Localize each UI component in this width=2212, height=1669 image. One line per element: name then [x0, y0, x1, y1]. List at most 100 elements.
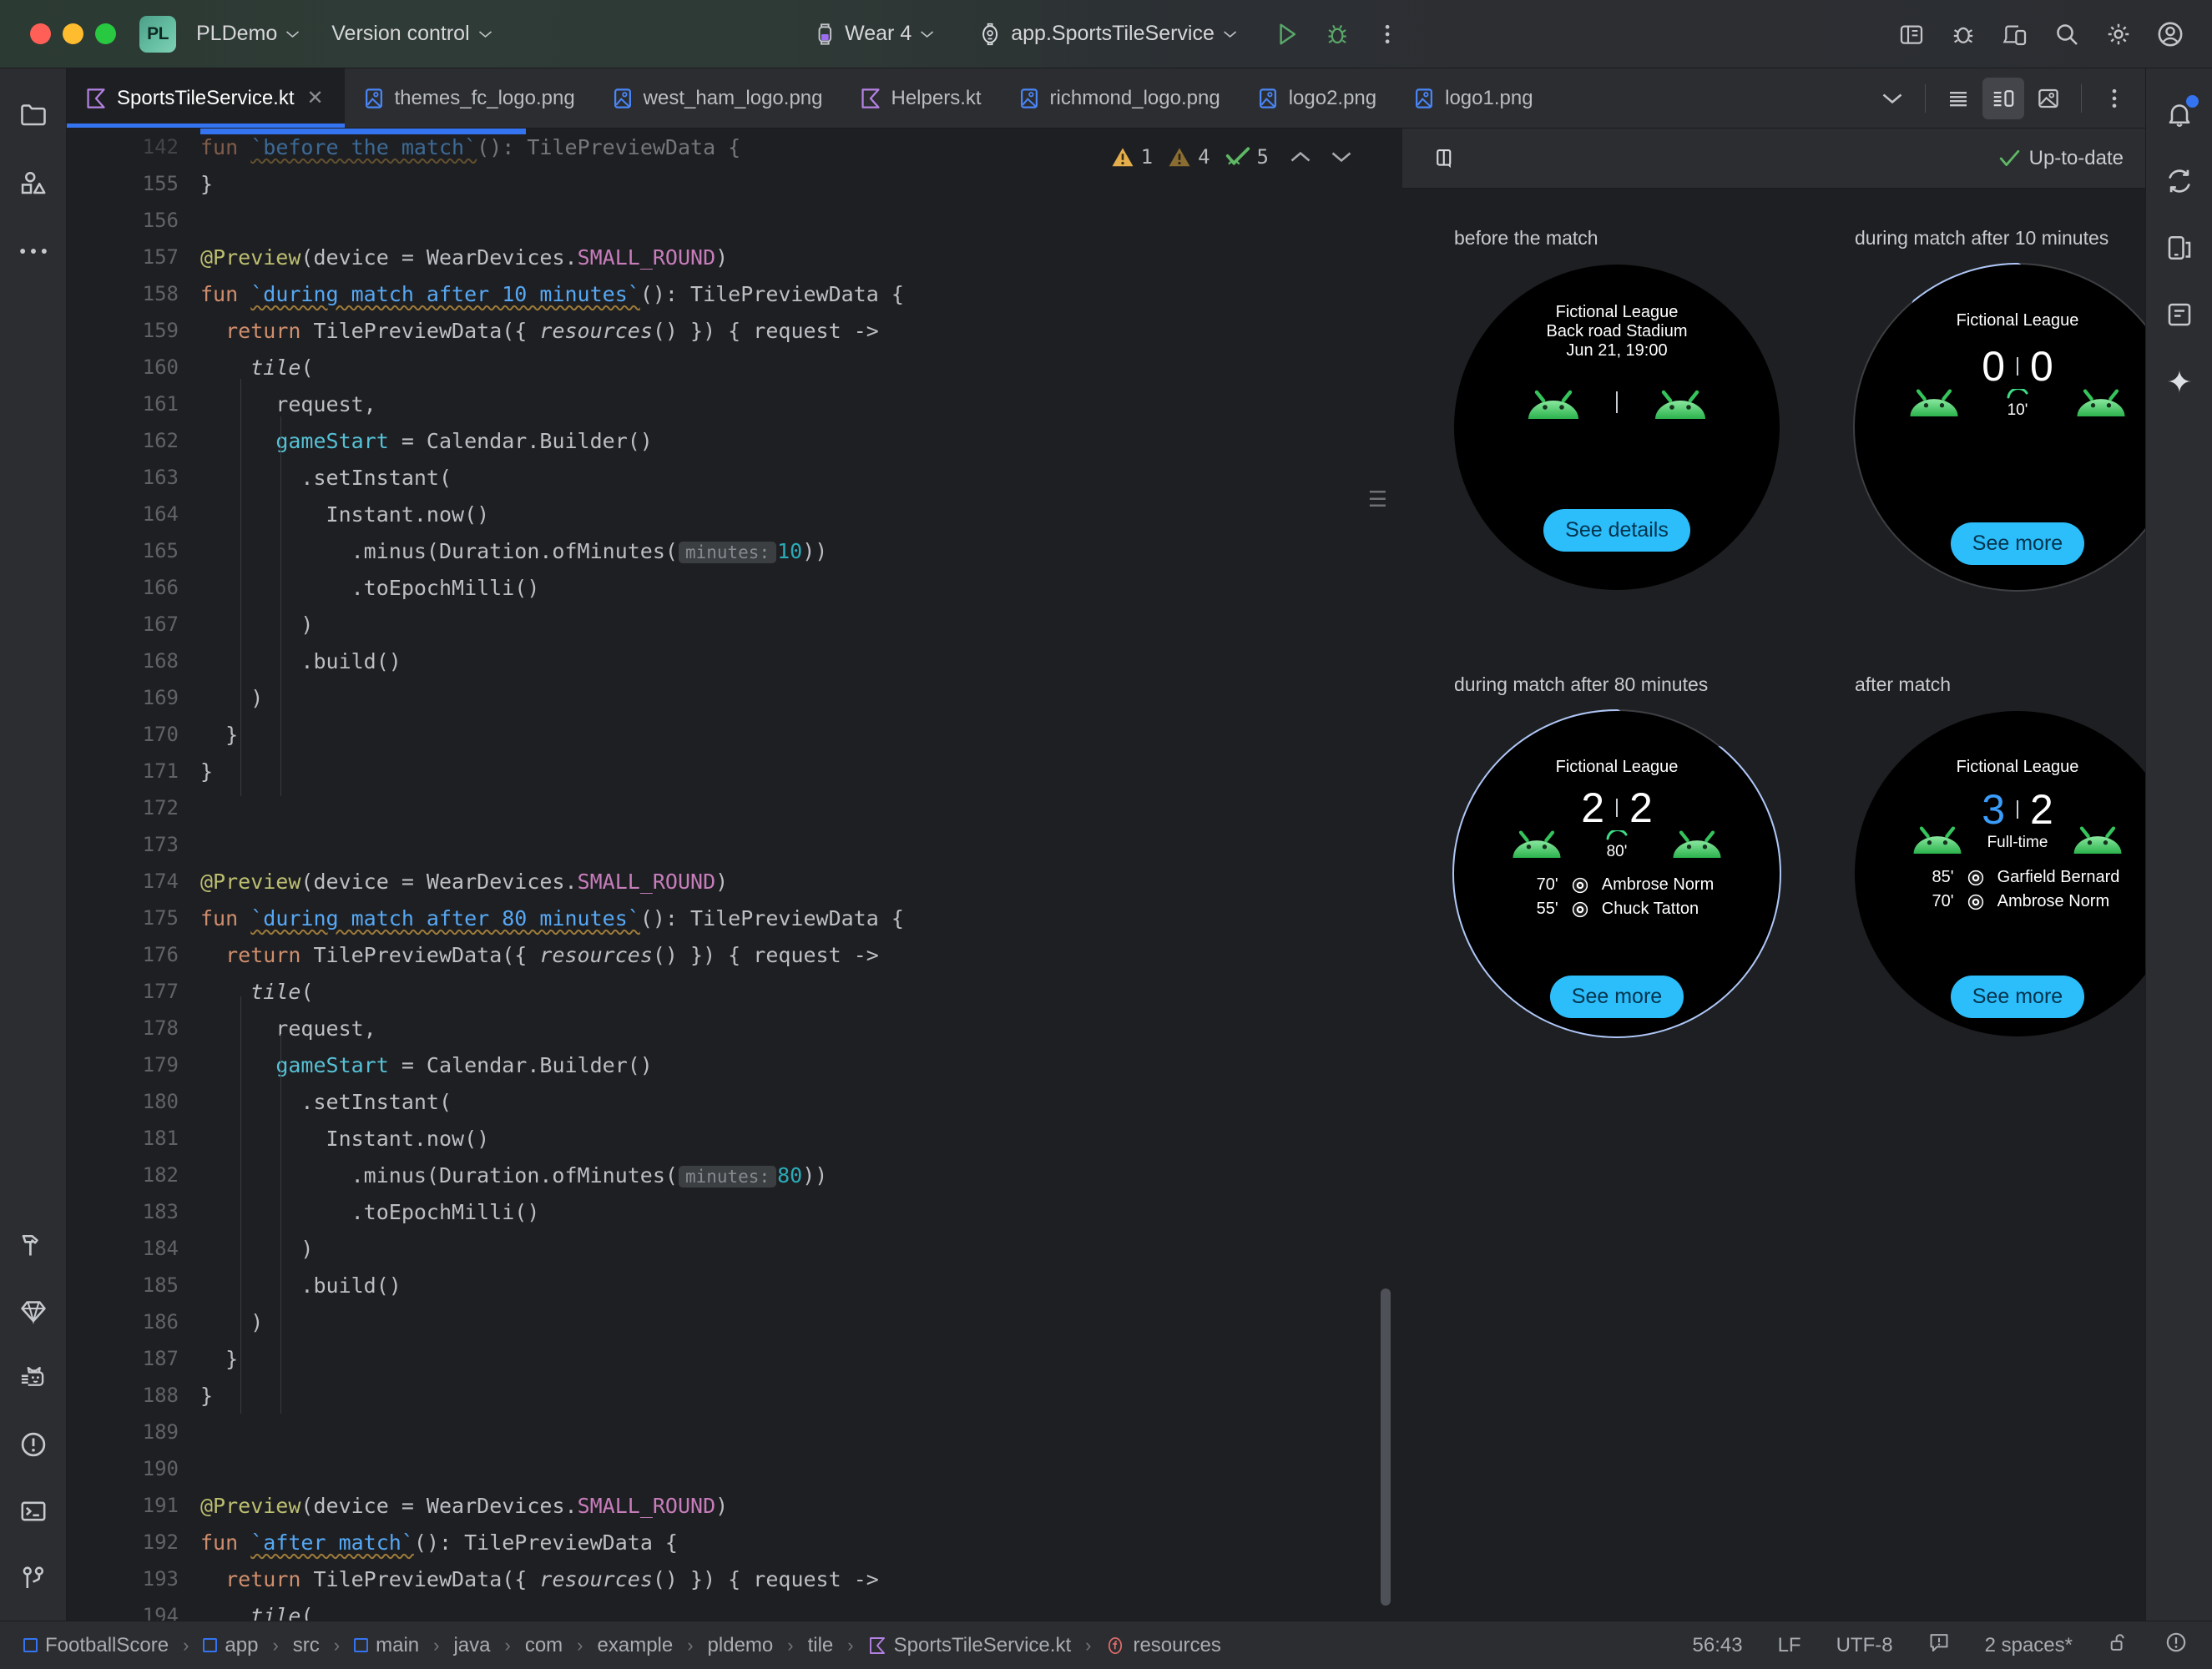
device-mirroring-button[interactable]	[1993, 14, 2037, 54]
preview-tile-after-match[interactable]: after match Fictional League 3 2 Full-ti…	[1855, 673, 2145, 1120]
line-number[interactable]: 194	[67, 1604, 200, 1621]
line-number[interactable]: 186	[67, 1310, 200, 1334]
line-number[interactable]: 155	[67, 172, 200, 195]
line-number[interactable]: 169	[67, 686, 200, 709]
see-more-button[interactable]: See more	[1950, 976, 2085, 1018]
line-number[interactable]: 164	[67, 502, 200, 526]
line-number[interactable]: 174	[67, 870, 200, 893]
sidebar-item-gradle[interactable]	[9, 1287, 58, 1335]
sidebar-item-version-control[interactable]	[9, 1554, 58, 1602]
preview-tile-before-match[interactable]: before the match Fictional League Back r…	[1454, 227, 1855, 673]
line-number[interactable]: 157	[67, 245, 200, 269]
tab-themes-fc-logo[interactable]: themes_fc_logo.png	[345, 68, 593, 128]
editor-vertical-scrollbar[interactable]	[1381, 1288, 1391, 1606]
run-configuration-selector[interactable]: app.SportsTileService	[969, 16, 1245, 53]
search-everywhere-button[interactable]	[2045, 14, 2088, 54]
tab-richmond-logo[interactable]: richmond_logo.png	[1000, 68, 1239, 128]
design-view-button[interactable]	[2028, 78, 2069, 119]
editor-split-handle[interactable]: ☰	[1368, 487, 1387, 512]
sidebar-item-resource-manager[interactable]	[9, 159, 58, 207]
line-number[interactable]: 160	[67, 355, 200, 379]
breadcrumb-item[interactable]: com	[520, 1631, 568, 1660]
line-number[interactable]: 171	[67, 759, 200, 783]
sidebar-item-terminal[interactable]	[9, 1487, 58, 1535]
breadcrumb-item[interactable]: src	[288, 1631, 325, 1660]
profiler-button[interactable]	[1942, 14, 1985, 54]
more-actions-button[interactable]	[1366, 14, 1409, 54]
version-control-widget[interactable]: Version control	[323, 17, 500, 51]
tab-west-ham-logo[interactable]: west_ham_logo.png	[593, 68, 841, 128]
sidebar-item-logcat[interactable]	[9, 1354, 58, 1402]
account-button[interactable]	[2149, 14, 2192, 54]
line-number[interactable]: 170	[67, 723, 200, 746]
line-number[interactable]: 179	[67, 1053, 200, 1077]
line-number[interactable]: 175	[67, 906, 200, 930]
line-number[interactable]: 190	[67, 1457, 200, 1480]
breadcrumb-item[interactable]: app	[198, 1631, 263, 1660]
tab-logo1[interactable]: logo1.png	[1395, 68, 1551, 128]
inspections-widget[interactable]: 1 4 5	[1099, 135, 1364, 179]
breadcrumb-item[interactable]: main	[349, 1631, 424, 1660]
line-number[interactable]: 184	[67, 1237, 200, 1260]
maximize-window-button[interactable]	[95, 23, 116, 44]
split-view-button[interactable]	[1982, 77, 2024, 119]
preview-tile-during-80[interactable]: during match after 80 minutes Fictional …	[1452, 673, 1855, 1120]
line-number[interactable]: 163	[67, 466, 200, 489]
breadcrumb-item[interactable]: resources	[1100, 1631, 1225, 1660]
line-number[interactable]: 182	[67, 1163, 200, 1187]
line-number[interactable]: 168	[67, 649, 200, 673]
notifications-status-button[interactable]	[2159, 1628, 2194, 1662]
inspection-widget-button[interactable]	[1922, 1629, 1956, 1661]
preview-status[interactable]: Up-to-date	[1998, 147, 2124, 170]
preview-layout-button[interactable]	[1424, 138, 1466, 179]
line-number[interactable]: 159	[67, 319, 200, 342]
line-number[interactable]: 165	[67, 539, 200, 562]
line-number[interactable]: 156	[67, 209, 200, 232]
line-number[interactable]: 166	[67, 576, 200, 599]
tab-close-icon[interactable]: ✕	[305, 88, 326, 109]
previous-problem-button[interactable]	[1283, 140, 1318, 174]
line-number[interactable]: 180	[67, 1090, 200, 1113]
sidebar-item-notifications[interactable]	[2155, 90, 2204, 139]
line-number[interactable]: 192	[67, 1530, 200, 1554]
run-button[interactable]	[1265, 14, 1309, 54]
line-number[interactable]: 187	[67, 1347, 200, 1370]
minimize-window-button[interactable]	[63, 23, 83, 44]
breadcrumb-item[interactable]: example	[593, 1631, 679, 1660]
breadcrumb-item[interactable]: SportsTileService.kt	[863, 1631, 1077, 1660]
code-editor[interactable]: 142 fun `before the match`(): TilePreview…	[67, 129, 1402, 1621]
sidebar-item-gradle-sync[interactable]	[2155, 157, 2204, 205]
breadcrumb-item[interactable]: pldemo	[703, 1631, 779, 1660]
line-number[interactable]: 158	[67, 282, 200, 305]
breadcrumb-item[interactable]: tile	[803, 1631, 839, 1660]
line-number[interactable]: 181	[67, 1127, 200, 1150]
tab-logo2[interactable]: logo2.png	[1239, 68, 1395, 128]
line-number[interactable]: 167	[67, 613, 200, 636]
see-details-button[interactable]: See details	[1543, 509, 1690, 552]
line-number[interactable]: 173	[67, 833, 200, 856]
sidebar-item-device-file-explorer[interactable]	[2155, 290, 2204, 339]
project-selector[interactable]: PLDemo	[188, 17, 308, 51]
preview-tile-during-10[interactable]: during match after 10 minutes Fictional …	[1853, 227, 2145, 673]
line-number[interactable]: 176	[67, 943, 200, 966]
see-more-button[interactable]: See more	[1950, 522, 2085, 565]
tab-overflow-button[interactable]	[1871, 78, 1913, 119]
sidebar-item-problems[interactable]	[9, 1420, 58, 1469]
editor-more-button[interactable]	[2093, 78, 2135, 119]
line-number[interactable]: 191	[67, 1494, 200, 1517]
line-number[interactable]: 177	[67, 980, 200, 1003]
indent-setting[interactable]: 2 spaces*	[1979, 1631, 2078, 1660]
sidebar-item-build[interactable]	[9, 1220, 58, 1268]
line-number[interactable]: 183	[67, 1200, 200, 1223]
line-number[interactable]: 188	[67, 1384, 200, 1407]
settings-button[interactable]	[2097, 14, 2140, 54]
file-lock-button[interactable]	[2102, 1629, 2135, 1661]
breadcrumb-item[interactable]: FootballScore	[18, 1631, 174, 1660]
line-separator[interactable]: LF	[1772, 1631, 1807, 1660]
sidebar-item-device-manager[interactable]	[2155, 224, 2204, 272]
code-view-button[interactable]	[1937, 78, 1979, 119]
line-number[interactable]: 178	[67, 1016, 200, 1040]
sidebar-item-more[interactable]	[9, 227, 58, 275]
line-number[interactable]: 161	[67, 392, 200, 416]
line-number[interactable]: 142	[67, 135, 200, 159]
